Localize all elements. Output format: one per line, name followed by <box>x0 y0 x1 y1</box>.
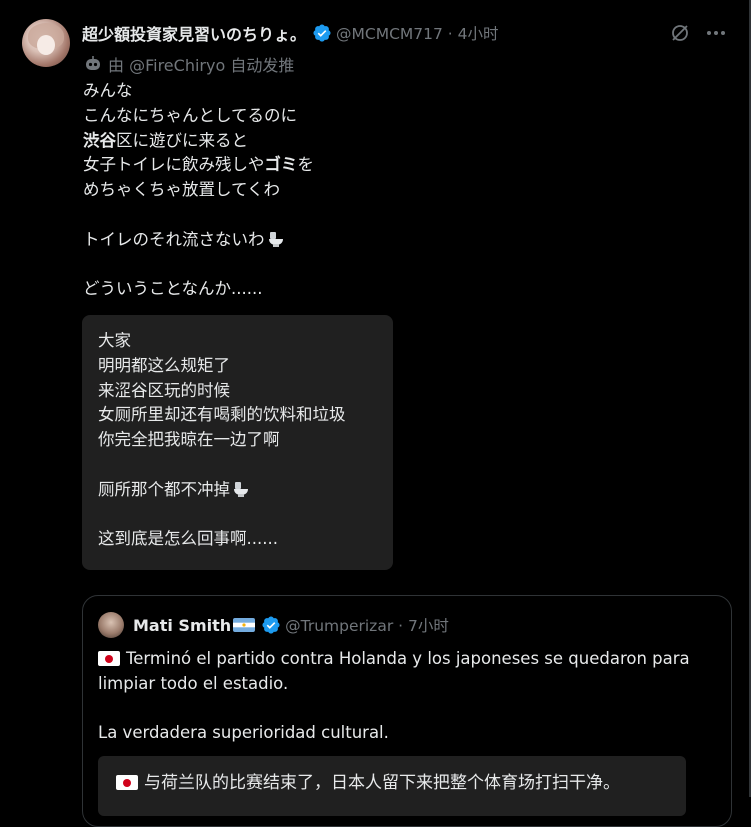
more-icon[interactable] <box>705 22 727 44</box>
toilet-icon <box>234 481 248 497</box>
translation-line: 厕所那个都不冲掉 <box>98 479 230 499</box>
handle-time[interactable]: @MCMCM717 · 4小时 <box>336 22 499 44</box>
argentina-flag-icon <box>233 618 256 632</box>
post-header: 超少額投資家見習いのちりょ。 @MCMCM717 · 4小时 <box>82 20 499 46</box>
quote-translation-box: 与荷兰队的比赛结束了，日本人留下来把整个体育场打扫干净。 <box>98 756 686 816</box>
translation-line: 大家 <box>98 331 131 350</box>
verified-icon <box>262 616 280 634</box>
quote-display-name[interactable]: Mati Smith <box>133 616 231 635</box>
body-line: トイレのそれ流さないわ <box>83 229 265 249</box>
body-line: 渋谷区に遊びに来ると <box>83 130 248 150</box>
body-line: こんなにちゃんとしてるのに <box>83 105 298 125</box>
quote-handle-time[interactable]: @Trumperizar · 7小时 <box>285 614 449 636</box>
translation-box: 大家 明明都这么规矩了 来涩谷区玩的时候 女厕所里却还有喝剩的饮料和垃圾 你完全… <box>82 315 393 570</box>
body-line: 女子トイレに飲み残しやゴミを <box>83 155 314 175</box>
quote-line: limpiar todo el estadio. <box>98 673 289 693</box>
post-actions <box>669 22 727 44</box>
quote-line: La verdadera superioridad cultural. <box>98 722 389 742</box>
grok-icon[interactable] <box>669 22 691 44</box>
body-line: みんな <box>83 81 133 100</box>
quote-line: Terminó el partido contra Holanda y los … <box>126 649 690 668</box>
quote-avatar[interactable] <box>98 612 124 638</box>
robot-icon <box>86 56 100 70</box>
automated-text[interactable]: 由 @FireChiryo 自动发推 <box>108 52 294 76</box>
display-name[interactable]: 超少額投資家見習いのちりょ。 <box>82 21 306 45</box>
quote-translation-text: 与荷兰队的比赛结束了，日本人留下来把整个体育场打扫干净。 <box>116 768 620 793</box>
translation-line: 你完全把我晾在一边了啊 <box>98 430 280 450</box>
translation-line: 明明都这么规矩了 <box>98 355 230 375</box>
translation-line: 这到底是怎么回事啊...... <box>98 529 278 549</box>
quote-translation: 与荷兰队的比赛结束了，日本人留下来把整个体育场打扫干净。 <box>144 773 620 793</box>
quoted-post[interactable]: Mati Smith @Trumperizar · 7小时 Terminó el… <box>82 595 732 827</box>
body-line: どういうことなんか...... <box>83 279 263 299</box>
quote-header: Mati Smith @Trumperizar · 7小时 <box>98 612 449 638</box>
japan-flag-icon <box>116 775 138 790</box>
toilet-icon <box>268 231 283 247</box>
quote-body: Terminó el partido contra Holanda y los … <box>98 647 718 745</box>
body-line: めちゃくちゃ放置してくわ <box>83 180 281 200</box>
verified-icon <box>313 24 331 42</box>
avatar-face <box>37 35 55 55</box>
automated-label: 由 @FireChiryo 自动发推 <box>84 52 294 76</box>
translation-line: 女厕所里却还有喝剩的饮料和垃圾 <box>98 405 346 425</box>
translation-line: 来涩谷区玩的时候 <box>98 380 230 400</box>
japan-flag-icon <box>98 651 120 666</box>
translation-text: 大家 明明都这么规矩了 来涩谷区玩的时候 女厕所里却还有喝剩的饮料和垃圾 你完全… <box>98 329 346 552</box>
avatar[interactable] <box>22 19 70 67</box>
post-body: みんな こんなにちゃんとしてるのに 渋谷区に遊びに来ると 女子トイレに飲み残しや… <box>83 79 663 302</box>
